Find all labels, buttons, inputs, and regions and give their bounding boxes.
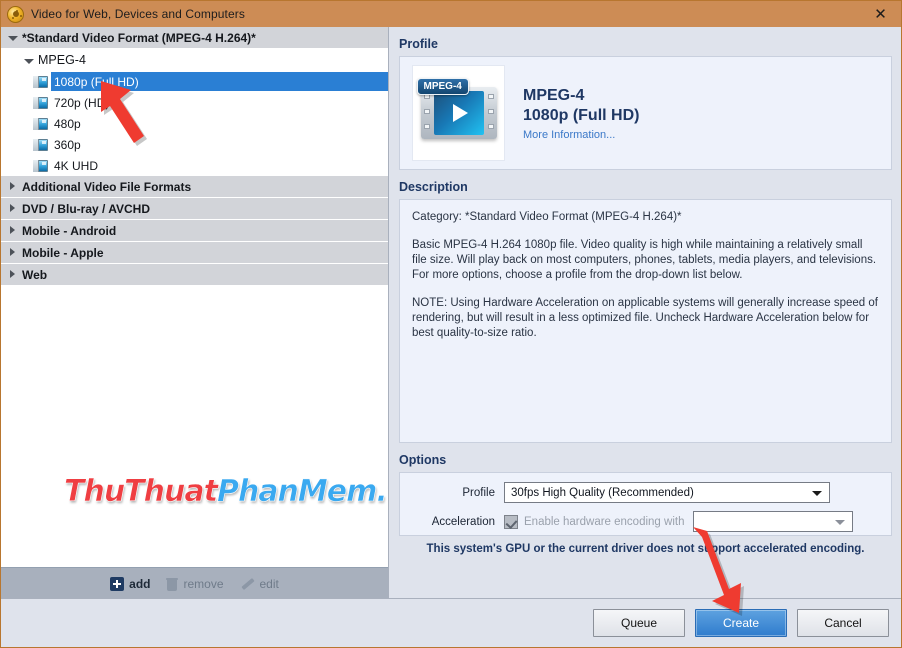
enable-hardware-encoding-label: Enable hardware encoding with: [524, 515, 685, 528]
video-file-icon: [33, 117, 48, 130]
remove-button[interactable]: remove: [166, 576, 224, 591]
video-file-icon: [33, 75, 48, 88]
tree-item-label: 1080p (Full HD): [54, 74, 139, 89]
tree-group-web[interactable]: Web: [1, 264, 388, 286]
format-badge: MPEG-4: [416, 78, 469, 95]
profile-option-row: Profile 30fps High Quality (Recommended): [410, 482, 881, 503]
profile-section-label: Profile: [399, 37, 438, 51]
add-button[interactable]: add: [110, 576, 151, 591]
chevron-right-icon[interactable]: [7, 269, 18, 280]
tree-item-1080p[interactable]: 1080p (Full HD): [1, 71, 388, 92]
acceleration-option-label: Acceleration: [431, 515, 495, 528]
tree-group-mobile-apple[interactable]: Mobile - Apple: [1, 242, 388, 264]
tree-item-480p[interactable]: 480p: [1, 113, 388, 134]
edit-button[interactable]: edit: [240, 577, 279, 591]
tree-subgroup-label: MPEG-4: [38, 53, 86, 67]
chevron-right-icon[interactable]: [7, 181, 18, 192]
tree-item-4k-uhd[interactable]: 4K UHD: [1, 155, 388, 176]
description-category: Category: *Standard Video Format (MPEG-4…: [412, 211, 682, 223]
tree-group-label: Additional Video File Formats: [22, 179, 192, 194]
tree-toolbar: add remove edit: [1, 567, 388, 599]
description-box: Category: *Standard Video Format (MPEG-4…: [399, 199, 892, 443]
tree-group-standard-video-format[interactable]: *Standard Video Format (MPEG-4 H.264)*: [1, 27, 388, 49]
film-reel-icon: [7, 5, 24, 23]
format-tree-panel: *Standard Video Format (MPEG-4 H.264)* M…: [1, 27, 389, 599]
gpu-warning-text: This system's GPU or the current driver …: [426, 543, 865, 555]
video-file-icon: [33, 138, 48, 151]
tree-group-label: Mobile - Android: [22, 223, 117, 238]
tree-item-label: 720p (HD): [54, 95, 110, 110]
description-section-label: Description: [399, 180, 468, 194]
acceleration-device-select[interactable]: [693, 511, 854, 532]
tree-item-720p[interactable]: 720p (HD): [1, 92, 388, 113]
dialog-footer: Queue Create Cancel: [1, 598, 901, 647]
chevron-down-icon: [812, 490, 822, 496]
tree-group-label: Web: [22, 267, 48, 282]
tree-item-label: 480p: [54, 116, 81, 131]
profile-subtitle: 1080p (Full HD): [523, 106, 640, 124]
remove-button-label: remove: [183, 576, 224, 591]
dialog-window: Video for Web, Devices and Computers ✕ *…: [0, 0, 902, 648]
chevron-right-icon[interactable]: [7, 247, 18, 258]
tree-group-dvd-bluray-avchd[interactable]: DVD / Blu-ray / AVCHD: [1, 198, 388, 220]
profile-option-label: Profile: [462, 486, 495, 499]
tree-group-mobile-android[interactable]: Mobile - Android: [1, 220, 388, 242]
profile-title: MPEG-4: [523, 86, 585, 104]
profile-select-value: 30fps High Quality (Recommended): [511, 486, 694, 499]
acceleration-option-row: Acceleration Enable hardware encoding wi…: [410, 511, 881, 532]
plus-icon: [110, 576, 125, 591]
add-button-label: add: [129, 576, 151, 591]
description-paragraph-1: Basic MPEG-4 H.264 1080p file. Video qua…: [412, 239, 877, 281]
chevron-down-icon[interactable]: [7, 32, 18, 43]
profile-thumbnail: MPEG-4: [412, 65, 505, 161]
cancel-button[interactable]: Cancel: [797, 609, 889, 637]
enable-hardware-encoding-checkbox[interactable]: [504, 514, 518, 529]
options-box: Profile 30fps High Quality (Recommended)…: [399, 472, 892, 536]
watermark: ThuThuatPhanMem.vn: [64, 474, 388, 510]
tree-item-label: 360p: [54, 137, 81, 152]
tree-group-label: DVD / Blu-ray / AVCHD: [22, 201, 151, 216]
window-title: Video for Web, Devices and Computers: [31, 7, 245, 21]
title-bar: Video for Web, Devices and Computers ✕: [1, 1, 901, 27]
video-file-icon: [33, 96, 48, 109]
chevron-down-icon[interactable]: [23, 55, 34, 66]
chevron-right-icon[interactable]: [7, 203, 18, 214]
pencil-icon: [240, 577, 255, 591]
profile-select[interactable]: 30fps High Quality (Recommended): [504, 482, 830, 503]
chevron-right-icon[interactable]: [7, 225, 18, 236]
tree-item-label: 4K UHD: [54, 158, 99, 173]
chevron-down-icon: [835, 519, 846, 525]
profile-meta: MPEG-4 1080p (Full HD) More Information.…: [523, 86, 639, 141]
video-file-icon: [33, 159, 48, 172]
play-icon: [453, 104, 468, 122]
watermark-part1: ThuThuat: [64, 474, 219, 510]
tree-group-label: Mobile - Apple: [22, 245, 104, 260]
profile-summary-box: MPEG-4 MPEG-4 1080p (Full HD) More Infor…: [399, 56, 892, 170]
trash-icon: [166, 577, 179, 591]
queue-button[interactable]: Queue: [593, 609, 685, 637]
tree-item-360p[interactable]: 360p: [1, 134, 388, 155]
more-information-link[interactable]: More Information...: [523, 129, 639, 141]
edit-button-label: edit: [259, 576, 279, 591]
dialog-body: *Standard Video Format (MPEG-4 H.264)* M…: [1, 27, 901, 599]
format-tree[interactable]: *Standard Video Format (MPEG-4 H.264)* M…: [1, 27, 388, 567]
tree-group-additional-video-file-formats[interactable]: Additional Video File Formats: [1, 176, 388, 198]
options-section-label: Options: [399, 453, 447, 467]
tree-group-label: *Standard Video Format (MPEG-4 H.264)*: [22, 30, 256, 45]
details-panel: Profile MPEG-4 MPEG-4 1080p (Full HD) Mo…: [389, 27, 901, 599]
tree-subgroup-mpeg4[interactable]: MPEG-4: [1, 49, 388, 71]
create-button[interactable]: Create: [695, 609, 787, 637]
watermark-part2: PhanMem.vn: [216, 474, 388, 510]
video-file-thumb-icon: MPEG-4: [416, 78, 497, 139]
close-icon[interactable]: ✕: [858, 1, 901, 27]
description-paragraph-2: NOTE: Using Hardware Acceleration on app…: [412, 297, 878, 339]
